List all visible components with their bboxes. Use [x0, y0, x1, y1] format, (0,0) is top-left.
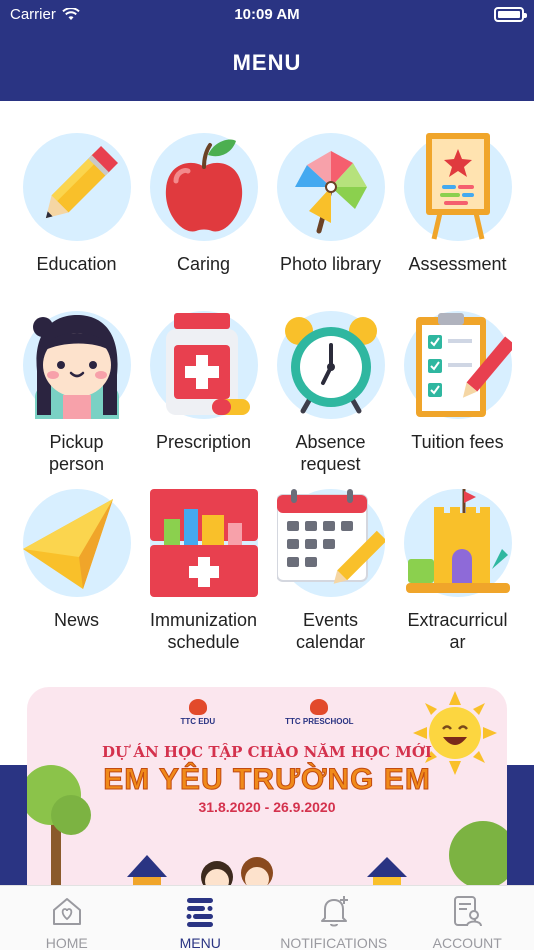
- education-icon-wrapper: [22, 133, 131, 241]
- menu-item-prescription[interactable]: Prescription: [140, 311, 267, 453]
- menu-label: Assessment: [408, 254, 507, 274]
- tree-icon: [27, 765, 91, 885]
- clock: 10:09 AM: [234, 6, 300, 23]
- menu-item-events-calendar[interactable]: Events calendar: [267, 489, 394, 653]
- bottom-tab-bar: HOME MENU NOTIFICATIONS ACCOUNT: [0, 885, 534, 950]
- menu-label: Immunization schedule: [149, 610, 258, 652]
- menu-label: Prescription: [155, 432, 252, 452]
- tab-account[interactable]: ACCOUNT: [401, 886, 534, 950]
- menu-label: Events calendar: [295, 610, 366, 652]
- checklist-icon: [415, 313, 512, 417]
- battery-icon: [494, 7, 527, 22]
- menu-item-immunization-schedule[interactable]: Immunization schedule: [140, 489, 267, 653]
- absence-request-icon-wrapper: [276, 311, 385, 419]
- menu-item-extracurricular[interactable]: Extracurricul ar: [394, 489, 521, 653]
- home-icon: [52, 898, 81, 925]
- menu-label: News: [53, 610, 99, 630]
- sandcastle-icon: [405, 489, 510, 593]
- extracurricular-icon-wrapper: [403, 489, 512, 597]
- menu-item-photo-library[interactable]: Photo library: [267, 133, 394, 275]
- pencil-icon: [45, 145, 118, 219]
- tab-label: ACCOUNT: [432, 935, 502, 950]
- ttc-edu-logo: TTC EDU: [180, 699, 215, 726]
- menu-item-absence-request[interactable]: Absence request: [267, 311, 394, 475]
- menu-icon: [186, 898, 214, 927]
- menu-label: Pickup person: [48, 432, 105, 474]
- assessment-icon-wrapper: [403, 133, 512, 241]
- menu-label: Photo library: [279, 254, 382, 274]
- girl-avatar-icon: [32, 315, 119, 419]
- menu-item-education[interactable]: Education: [13, 133, 140, 275]
- paper-plane-icon: [22, 499, 113, 589]
- page-title: MENU: [232, 50, 302, 75]
- easel-icon: [425, 133, 490, 240]
- menu-item-news[interactable]: News: [13, 489, 140, 631]
- menu-label: Absence request: [295, 432, 366, 474]
- tab-notifications[interactable]: NOTIFICATIONS: [267, 886, 401, 950]
- menu-item-tuition-fees[interactable]: Tuition fees: [394, 311, 521, 453]
- promo-banner[interactable]: TTC EDU TTC PRESCHOOL DỰ ÁN HỌC TẬP CHÀO…: [27, 687, 507, 907]
- tab-label: HOME: [45, 935, 88, 950]
- bell-icon: [320, 896, 348, 927]
- events-calendar-icon-wrapper: [276, 489, 385, 597]
- tab-label: MENU: [179, 935, 221, 950]
- pinwheel-icon: [294, 151, 367, 234]
- news-icon-wrapper: [22, 489, 131, 597]
- prescription-icon-wrapper: [149, 311, 258, 419]
- menu-label: Education: [36, 254, 117, 274]
- account-icon: [454, 896, 483, 927]
- menu-label: Caring: [176, 254, 231, 274]
- first-aid-kit-icon: [149, 489, 258, 597]
- ttc-preschool-logo: TTC PRESCHOOL: [285, 699, 354, 726]
- tab-label: NOTIFICATIONS: [280, 935, 388, 950]
- status-bar: Carrier 10:09 AM: [0, 0, 534, 30]
- tab-menu[interactable]: MENU: [134, 886, 268, 950]
- immunization-schedule-icon-wrapper: [149, 489, 258, 597]
- menu-item-pickup-person[interactable]: Pickup person: [13, 311, 140, 475]
- pickup-person-icon-wrapper: [22, 311, 131, 419]
- apple-icon: [165, 139, 242, 232]
- top-bar: Carrier 10:09 AM MENU: [0, 0, 534, 101]
- photo-library-icon-wrapper: [276, 133, 385, 241]
- menu-label: Tuition fees: [411, 432, 504, 452]
- calendar-icon: [276, 489, 385, 584]
- tuition-fees-icon-wrapper: [403, 311, 512, 419]
- tab-home[interactable]: HOME: [0, 886, 134, 950]
- alarm-clock-icon: [284, 317, 377, 414]
- menu-item-assessment[interactable]: Assessment: [394, 133, 521, 275]
- caring-icon-wrapper: [149, 133, 258, 241]
- menu-item-caring[interactable]: Caring: [140, 133, 267, 275]
- menu-label: Extracurricul ar: [407, 610, 508, 652]
- medicine-bottle-icon: [165, 313, 250, 415]
